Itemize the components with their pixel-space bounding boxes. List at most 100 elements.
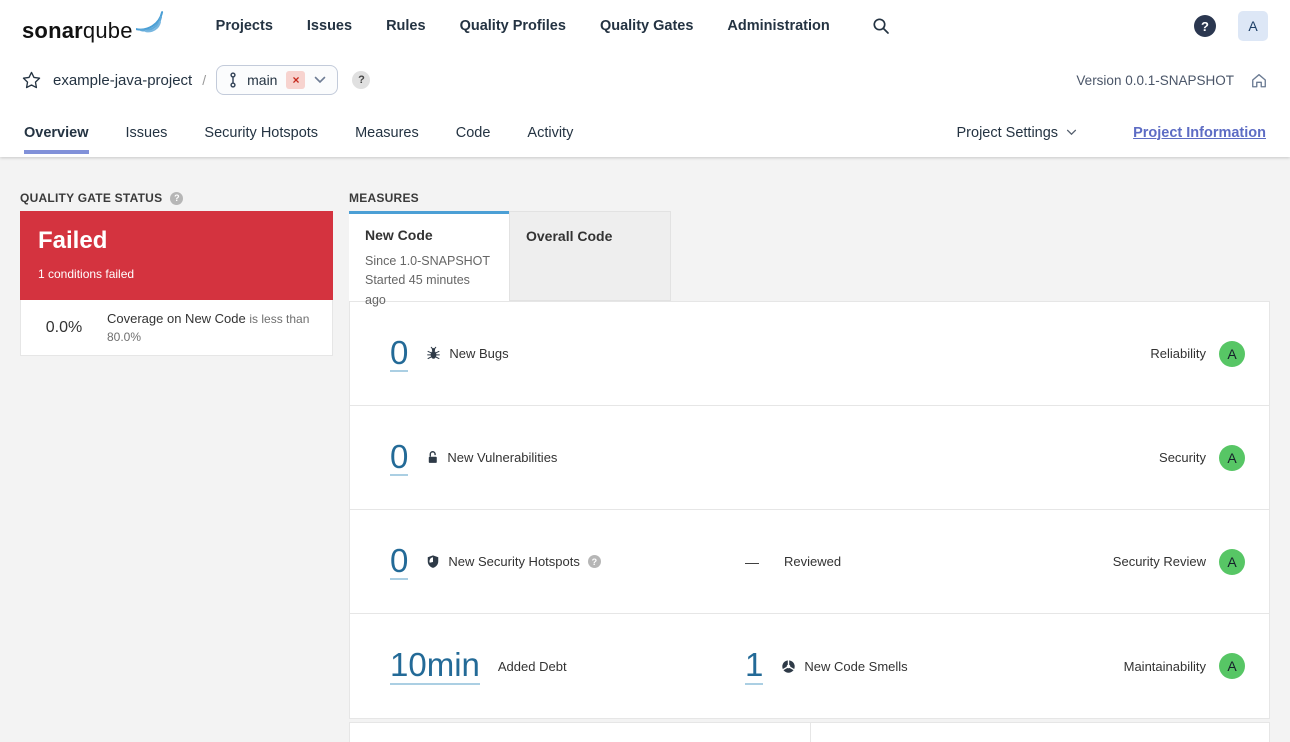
project-information-link[interactable]: Project Information <box>1133 125 1266 141</box>
added-debt-label: Added Debt <box>497 658 567 674</box>
tab-activity[interactable]: Activity <box>527 108 573 157</box>
project-version: Version 0.0.1-SNAPSHOT <box>1076 72 1234 88</box>
duplications-panel-partial <box>810 722 1270 742</box>
vulnerabilities-right: Security A <box>1159 444 1245 471</box>
measure-row-bugs: 0 New Bugs Reliability A <box>350 302 1269 406</box>
nav-item-projects[interactable]: Projects <box>216 18 273 34</box>
user-avatar[interactable]: A <box>1238 11 1268 41</box>
condition-value: 0.0% <box>45 318 83 336</box>
reliability-label: Reliability <box>1150 346 1206 361</box>
new-code-since: Since 1.0-SNAPSHOT <box>365 254 491 268</box>
tab-new-code[interactable]: New Code Since 1.0-SNAPSHOT Started 45 m… <box>349 211 509 307</box>
hotspots-right: Security Review A <box>1113 548 1245 575</box>
branch-clear-icon[interactable]: × <box>286 71 306 89</box>
nav-item-quality-gates[interactable]: Quality Gates <box>600 18 693 34</box>
added-debt-link[interactable]: Added Debt <box>498 659 567 674</box>
new-vulnerabilities-label: New Vulnerabilities <box>447 450 558 465</box>
next-section-partial <box>349 722 1270 742</box>
bug-icon <box>426 346 441 361</box>
code-smell-icon <box>781 659 796 674</box>
open-lock-icon <box>426 450 439 465</box>
tab-security-hotspots[interactable]: Security Hotspots <box>204 108 318 157</box>
help-icon[interactable]: ? <box>1194 15 1216 37</box>
nav-item-administration[interactable]: Administration <box>727 18 829 34</box>
measure-row-vulnerabilities: 0 New Vulnerabilities Security A <box>350 406 1269 510</box>
measures-tabs: New Code Since 1.0-SNAPSHOT Started 45 m… <box>349 211 1270 307</box>
failed-condition-row[interactable]: 0.0% Coverage on New Code is less than 8… <box>20 300 333 357</box>
hotspots-left: 0 New Security Hotspots ? <box>390 543 700 581</box>
quality-gate-status-card: Failed 1 conditions failed <box>20 211 333 300</box>
breadcrumb-separator: / <box>202 72 207 88</box>
breadcrumb: example-java-project / main × ? Version … <box>0 52 1290 108</box>
new-hotspots-link[interactable]: New Security Hotspots ? <box>426 554 601 569</box>
new-code-smells-value[interactable]: 1 <box>745 647 764 685</box>
breadcrumb-project-link[interactable]: example-java-project <box>53 72 192 89</box>
quality-gate-section: QUALITY GATE STATUS ? Failed 1 condition… <box>20 185 333 742</box>
security-rating-badge: A <box>1219 444 1245 471</box>
tab-overview[interactable]: Overview <box>24 108 89 157</box>
new-vulnerabilities-link[interactable]: New Vulnerabilities <box>426 450 557 465</box>
tab-measures[interactable]: Measures <box>355 108 419 157</box>
added-debt-value[interactable]: 10min <box>390 647 480 685</box>
quality-gate-summary: 1 conditions failed <box>38 267 135 282</box>
project-settings-label: Project Settings <box>956 124 1059 141</box>
logo-swoosh-icon <box>135 11 163 33</box>
branch-selector[interactable]: main × <box>216 65 339 95</box>
top-navbar: sonarqube Projects Issues Rules Quality … <box>0 0 1290 52</box>
project-tabs: Overview Issues Security Hotspots Measur… <box>0 108 1290 157</box>
quality-gate-help-icon[interactable]: ? <box>170 191 184 205</box>
tab-issues[interactable]: Issues <box>126 108 168 157</box>
tabs-list: Overview Issues Security Hotspots Measur… <box>24 108 573 157</box>
new-bugs-link[interactable]: New Bugs <box>426 346 509 361</box>
reliability-rating-badge: A <box>1219 340 1245 367</box>
chevron-down-icon <box>315 76 326 84</box>
tabs-right: Project Settings Project Information <box>957 125 1267 141</box>
condition-description[interactable]: Coverage on New Code is less than 80.0% <box>107 310 320 345</box>
measure-row-maintainability: 10min Added Debt 1 New Code Smells Maint… <box>350 614 1269 718</box>
new-vulnerabilities-value[interactable]: 0 <box>390 439 409 477</box>
tab-overall-code[interactable]: Overall Code <box>509 211 671 301</box>
nav-item-rules[interactable]: Rules <box>386 18 426 34</box>
logo-text: sonarqube <box>22 18 133 43</box>
hotspots-help-icon[interactable]: ? <box>587 555 601 568</box>
bugs-right: Reliability A <box>1150 340 1245 367</box>
measures-panel: 0 New Bugs Reliability A 0 New Vulnerabi… <box>349 301 1270 719</box>
nav-item-quality-profiles[interactable]: Quality Profiles <box>460 18 566 34</box>
measures-title: MEASURES <box>349 191 419 205</box>
quality-gate-header: QUALITY GATE STATUS ? <box>20 185 333 211</box>
new-code-smells-label: New Code Smells <box>804 658 908 674</box>
coverage-panel-partial <box>349 722 810 742</box>
code-smells-mid: 1 New Code Smells <box>700 647 1124 685</box>
reviewed-label: Reviewed <box>784 554 842 569</box>
measures-section: MEASURES New Code Since 1.0-SNAPSHOT Sta… <box>349 185 1270 742</box>
overview-content: QUALITY GATE STATUS ? Failed 1 condition… <box>0 157 1290 742</box>
favorite-star-icon[interactable] <box>22 71 41 89</box>
navbar-right: ? A <box>1194 11 1268 41</box>
new-code-started: Started 45 minutes ago <box>365 273 470 307</box>
security-review-rating-badge: A <box>1219 548 1245 575</box>
branch-icon <box>230 72 236 88</box>
sonarqube-logo[interactable]: sonarqube <box>22 8 166 44</box>
security-label: Security <box>1159 450 1206 465</box>
new-hotspots-value[interactable]: 0 <box>390 543 409 581</box>
tab-code[interactable]: Code <box>456 108 491 157</box>
measures-header: MEASURES <box>349 185 1270 211</box>
condition-metric[interactable]: Coverage on New Code <box>107 311 246 326</box>
bugs-left: 0 New Bugs <box>390 335 700 373</box>
chevron-down-icon <box>1066 129 1077 136</box>
search-icon[interactable] <box>872 17 890 35</box>
new-hotspots-label: New Security Hotspots <box>448 554 580 569</box>
measure-row-hotspots: 0 New Security Hotspots ? — Reviewed Sec… <box>350 510 1269 614</box>
branch-help-icon[interactable]: ? <box>352 71 371 89</box>
project-settings-menu[interactable]: Project Settings <box>957 125 1078 141</box>
home-icon[interactable] <box>1250 72 1268 89</box>
hotspots-mid: — Reviewed <box>700 554 1113 570</box>
breadcrumb-right: Version 0.0.1-SNAPSHOT <box>1076 72 1268 89</box>
main-nav: Projects Issues Rules Quality Profiles Q… <box>216 18 830 34</box>
nav-item-issues[interactable]: Issues <box>307 18 352 34</box>
debt-left: 10min Added Debt <box>390 647 700 685</box>
new-code-smells-link[interactable]: New Code Smells <box>781 658 908 674</box>
new-bugs-value[interactable]: 0 <box>390 335 409 373</box>
new-code-label: New Code <box>365 227 433 243</box>
new-code-meta: Since 1.0-SNAPSHOT Started 45 minutes ag… <box>365 252 493 310</box>
